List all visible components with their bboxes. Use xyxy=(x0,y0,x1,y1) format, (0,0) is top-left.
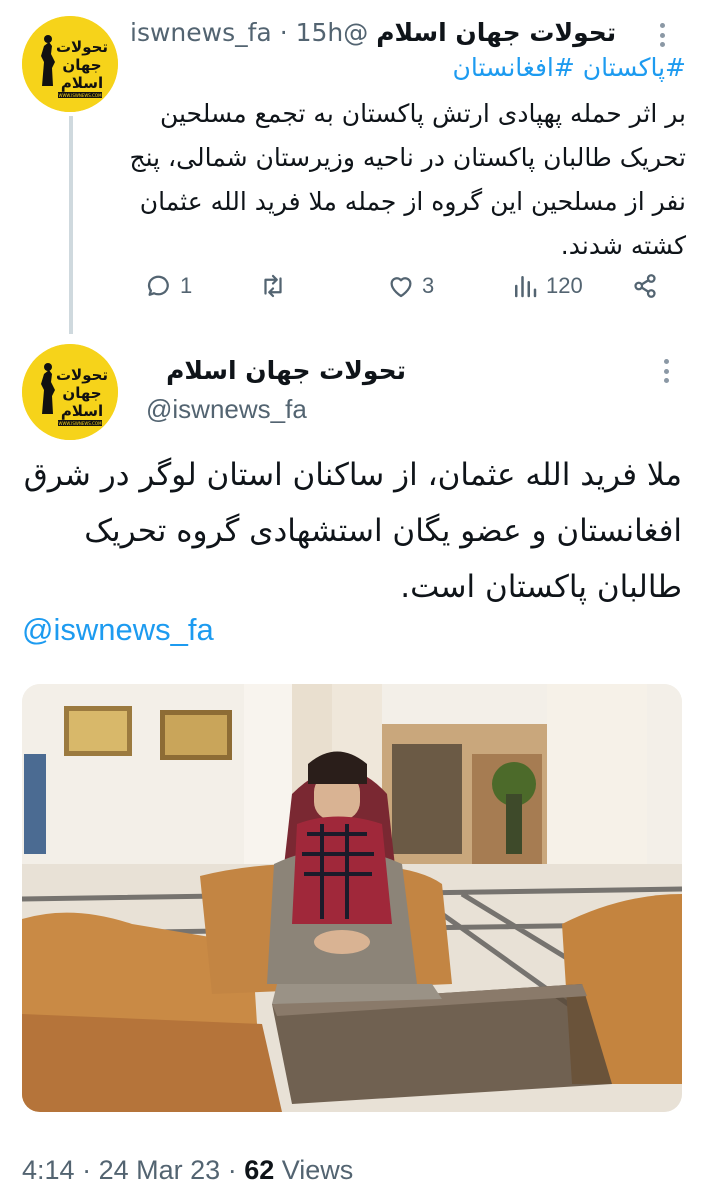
footer-date[interactable]: 24 Mar 23 xyxy=(99,1155,221,1185)
footer-separator-1: · xyxy=(82,1155,92,1185)
tweet-photo[interactable] xyxy=(22,684,682,1112)
footer-views-label: Views xyxy=(281,1155,354,1185)
footer-separator-2: · xyxy=(227,1155,237,1185)
like-button[interactable]: 3 xyxy=(386,266,434,306)
tweet1-author-name[interactable]: تحولات جهان اسلام xyxy=(376,18,616,47)
tweet1-body: بر اثر حمله پهپادی ارتش پاکستان به تجمع … xyxy=(129,99,686,260)
logo-text-3: اسلام xyxy=(61,402,103,420)
tweet1-header: تحولات جهان اسلام @iswnews_fa · 15h xyxy=(130,16,620,50)
reply-icon xyxy=(147,275,169,296)
tweet2-mention-link[interactable]: @iswnews_fa xyxy=(22,608,214,652)
tweet1-time[interactable]: 15h xyxy=(296,18,344,47)
retweet-icon xyxy=(264,274,282,298)
thread-line xyxy=(69,116,73,334)
views-bar-icon xyxy=(515,276,537,298)
share-button[interactable] xyxy=(630,266,660,306)
logo-text-2: جهان xyxy=(62,384,101,402)
logo-image: تحولات جهان اسلام WWW.ISWNEWS.COM xyxy=(22,16,118,112)
logo-text-3: اسلام xyxy=(61,74,103,92)
views-button[interactable]: 120 xyxy=(510,266,583,306)
logo-image-2: تحولات جهان اسلام WWW.ISWNEWS.COM xyxy=(22,344,118,440)
tweet2-handle[interactable]: @iswnews_fa xyxy=(146,392,307,426)
share-icon xyxy=(634,274,656,298)
avatar[interactable]: تحولات جهان اسلام WWW.ISWNEWS.COM xyxy=(22,16,118,112)
logo-url: WWW.ISWNEWS.COM xyxy=(58,421,102,426)
tweet-footer: 4:14 · 24 Mar 23 · 62 Views xyxy=(22,1150,353,1190)
photo-illustration xyxy=(22,684,682,1112)
logo-text-1: تحولات xyxy=(56,38,108,56)
footer-views-count: 62 xyxy=(244,1155,275,1185)
tweet2-author-name[interactable]: تحولات جهان اسلام xyxy=(146,354,406,388)
tweet2-more-icon[interactable] xyxy=(656,356,676,386)
reply-count: 1 xyxy=(180,273,193,298)
tweet2-body: ملا فرید الله عثمان، از ساکنان استان لوگ… xyxy=(23,457,682,605)
tweet1-hashtags[interactable]: #پاکستان #افغانستان xyxy=(126,48,687,88)
logo-url: WWW.ISWNEWS.COM xyxy=(58,93,102,98)
views-count: 120 xyxy=(546,273,583,298)
avatar-2[interactable]: تحولات جهان اسلام WWW.ISWNEWS.COM xyxy=(22,344,118,440)
footer-time[interactable]: 4:14 xyxy=(22,1155,75,1185)
logo-text-1: تحولات xyxy=(56,366,108,384)
tweet1-separator: · xyxy=(279,18,288,47)
logo-text-2: جهان xyxy=(62,56,101,74)
reply-button[interactable]: 1 xyxy=(144,266,192,306)
retweet-button[interactable] xyxy=(258,266,288,306)
tweet1-more-icon[interactable] xyxy=(652,20,672,50)
tweet1-actions: 1 3 120 xyxy=(130,266,690,306)
like-count: 3 xyxy=(422,273,435,298)
heart-icon xyxy=(390,277,412,298)
